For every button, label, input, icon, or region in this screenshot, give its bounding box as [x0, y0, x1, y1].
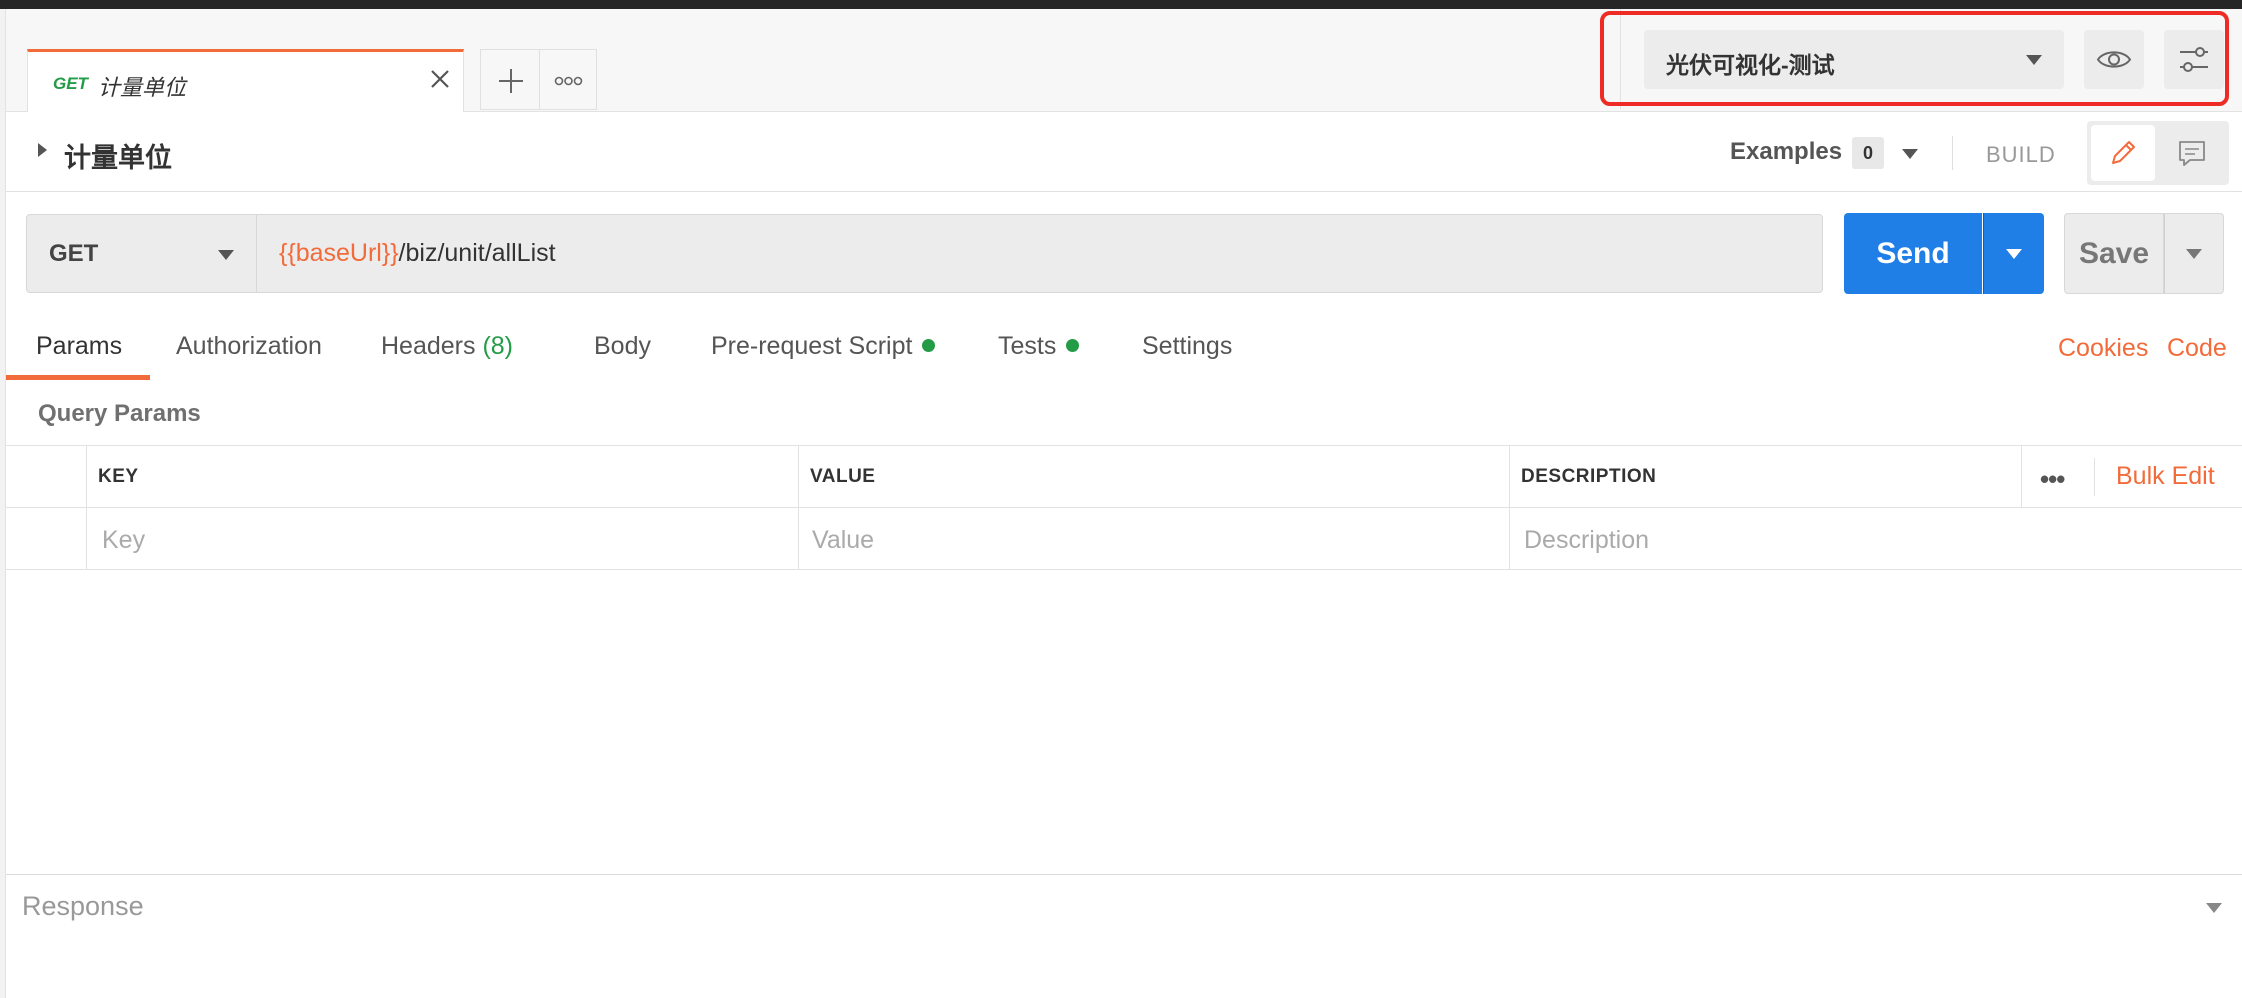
url-input[interactable]: {{baseUrl}}/biz/unit/allList	[257, 214, 1823, 293]
examples-label[interactable]: Examples	[1730, 138, 1842, 166]
request-title-row: 计量单位 Examples 0 BUILD	[6, 112, 2242, 192]
script-status-dot-icon	[922, 339, 936, 352]
examples-count-badge: 0	[1852, 137, 1884, 169]
title-row-divider	[1952, 136, 1953, 170]
send-button[interactable]: Send	[1844, 213, 1982, 294]
window-top-bar	[0, 0, 2242, 9]
value-input[interactable]: Value	[812, 526, 874, 555]
edit-mode-button[interactable]	[2091, 125, 2155, 181]
active-tab-indicator	[6, 375, 150, 380]
close-tab-icon[interactable]	[425, 64, 455, 94]
table-row: Key Value Description	[6, 508, 2242, 570]
more-options-icon[interactable]: •••	[2040, 464, 2065, 495]
comments-mode-button[interactable]	[2159, 125, 2225, 181]
request-tab[interactable]: GET 计量单位	[27, 49, 464, 112]
query-params-title: Query Params	[38, 400, 201, 427]
chevron-down-icon	[218, 250, 234, 260]
chevron-down-icon[interactable]	[2206, 903, 2222, 913]
tab-pre-request-script-label: Pre-request Script	[711, 332, 913, 360]
expand-triangle-icon[interactable]	[38, 143, 47, 157]
mode-toggle-group	[2087, 121, 2229, 185]
column-divider	[2094, 458, 2095, 496]
description-input[interactable]: Description	[1524, 526, 1649, 555]
column-header-key: KEY	[98, 466, 139, 487]
url-variable: {{baseUrl}}	[279, 239, 399, 267]
column-divider	[798, 446, 799, 508]
tab-tests-label: Tests	[998, 332, 1057, 360]
bulk-edit-link[interactable]: Bulk Edit	[2116, 462, 2215, 491]
request-title: 计量单位	[64, 143, 172, 173]
key-input[interactable]: Key	[102, 526, 145, 555]
response-pane[interactable]: Response	[6, 874, 2242, 998]
plus-icon	[499, 69, 523, 93]
save-options-button[interactable]	[2164, 213, 2224, 294]
query-params-table: KEY VALUE DESCRIPTION ••• Bulk Edit Key …	[6, 445, 2242, 570]
build-mode-label: BUILD	[1986, 142, 2056, 167]
tab-headers[interactable]: Headers (8)	[381, 332, 513, 361]
tab-headers-label: Headers	[381, 332, 476, 360]
column-header-value: VALUE	[810, 466, 876, 487]
cookies-link[interactable]: Cookies	[2058, 334, 2148, 363]
url-text: {{baseUrl}}/biz/unit/allList	[279, 239, 556, 268]
tab-settings[interactable]: Settings	[1142, 332, 1232, 361]
more-horizontal-icon	[554, 76, 583, 86]
column-divider	[86, 446, 87, 508]
column-divider	[798, 508, 799, 570]
column-divider	[1509, 508, 1510, 570]
column-header-description: DESCRIPTION	[1521, 466, 1657, 487]
examples-chevron-down-icon[interactable]	[1902, 149, 1918, 159]
environment-highlight-box	[1600, 11, 2229, 106]
tab-options-button[interactable]	[540, 49, 597, 110]
method-select[interactable]: GET	[26, 214, 257, 293]
request-tab-name: 计量单位	[98, 75, 187, 100]
request-tab-method: GET	[53, 74, 88, 93]
tab-authorization[interactable]: Authorization	[176, 332, 322, 361]
table-header-row: KEY VALUE DESCRIPTION ••• Bulk Edit	[6, 446, 2242, 508]
send-options-button[interactable]	[1983, 213, 2044, 294]
tests-status-dot-icon	[1066, 339, 1080, 352]
tab-body[interactable]: Body	[594, 332, 651, 361]
response-label: Response	[22, 891, 144, 921]
tab-tests[interactable]: Tests	[998, 332, 1080, 361]
method-select-label: GET	[49, 240, 99, 267]
headers-count: (8)	[482, 332, 514, 360]
chevron-down-icon	[2186, 249, 2202, 259]
column-divider	[86, 508, 87, 570]
save-button[interactable]: Save	[2064, 213, 2164, 294]
column-divider	[2021, 446, 2022, 508]
comment-icon	[2179, 141, 2205, 166]
column-divider	[1509, 446, 1510, 508]
pencil-icon	[2112, 141, 2135, 164]
code-link[interactable]: Code	[2167, 334, 2227, 363]
tab-params[interactable]: Params	[36, 332, 122, 361]
chevron-down-icon	[2006, 249, 2022, 259]
tab-pre-request-script[interactable]: Pre-request Script	[711, 332, 936, 361]
new-tab-button[interactable]	[480, 49, 540, 110]
url-path: /biz/unit/allList	[398, 239, 556, 267]
